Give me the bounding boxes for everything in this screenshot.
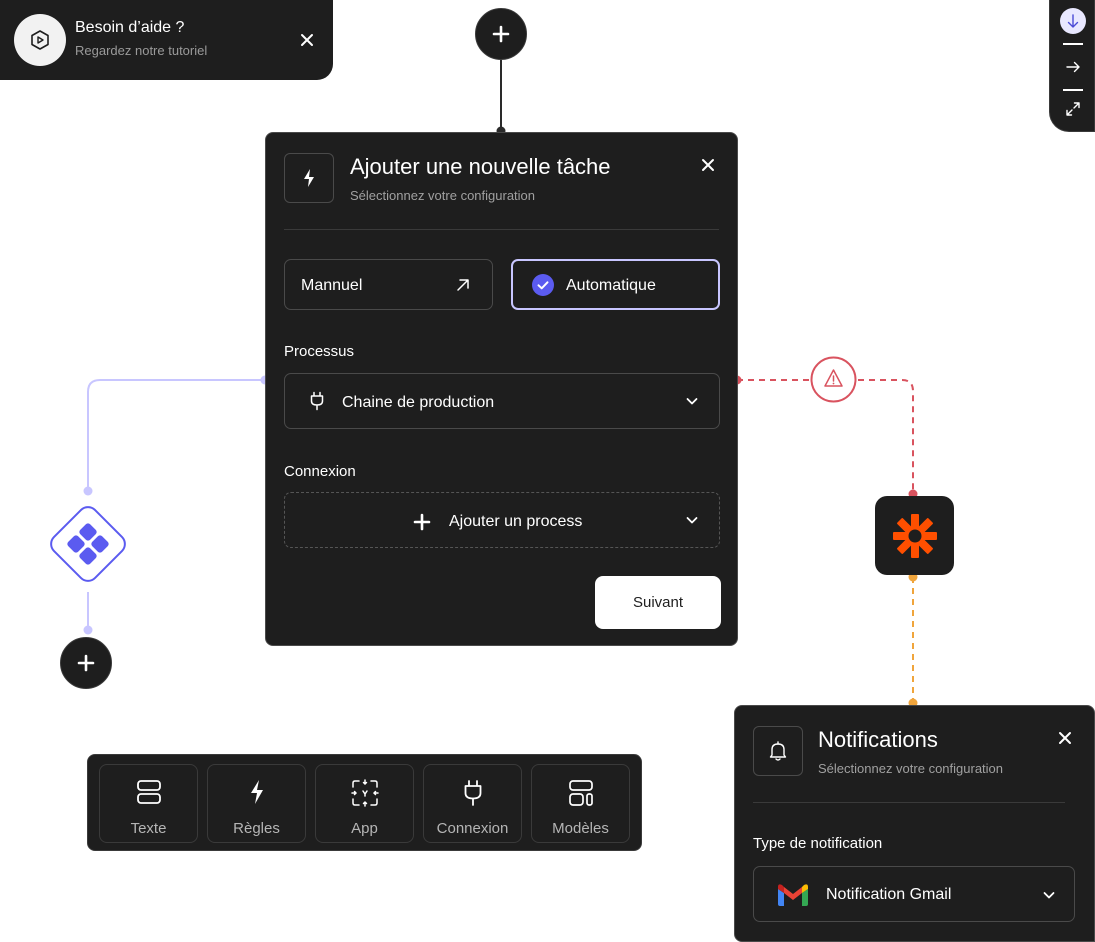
next-button[interactable]: Suivant — [595, 576, 721, 629]
add-step-bottom-button[interactable] — [60, 637, 112, 689]
tool-connection[interactable]: Connexion — [423, 764, 522, 843]
lightning-icon — [304, 169, 314, 187]
arrow-right-icon — [1066, 61, 1080, 73]
canvas-side-toolbar — [1049, 0, 1095, 132]
side-divider — [1063, 43, 1083, 45]
play-hexagon-icon — [31, 30, 49, 50]
tool-rules-label: Règles — [233, 820, 280, 837]
help-toast-subtitle[interactable]: Regardez notre tutoriel — [75, 43, 207, 58]
mode-manual-button[interactable]: Mannuel — [284, 259, 493, 310]
notification-type-select[interactable]: Notification Gmail — [753, 866, 1075, 922]
tool-text-label: Texte — [130, 820, 167, 837]
close-icon — [1059, 732, 1071, 744]
play-tutorial-button[interactable] — [14, 14, 66, 66]
tool-app-label: App — [351, 820, 378, 837]
app-node[interactable] — [39, 495, 137, 593]
notifications-close-button[interactable] — [1055, 728, 1075, 748]
plug-icon — [464, 780, 481, 806]
download-button[interactable] — [1060, 8, 1086, 34]
mode-automatic-label: Automatique — [566, 277, 656, 294]
arrow-down-icon — [1067, 14, 1079, 28]
warning-icon — [810, 356, 857, 403]
app-scan-icon — [350, 779, 379, 807]
notification-icon-box — [753, 726, 803, 776]
mode-manual-label: Mannuel — [301, 277, 363, 294]
help-toast: Besoin d’aide ? Regardez notre tutoriel — [0, 0, 333, 80]
zapier-node[interactable] — [875, 496, 954, 575]
plus-icon — [492, 25, 510, 43]
side-divider — [1063, 89, 1083, 91]
fullscreen-button[interactable] — [1060, 96, 1086, 122]
arrow-up-right-icon — [457, 279, 469, 291]
panel-subtitle: Sélectionnez votre configuration — [350, 188, 536, 203]
chevron-down-icon — [686, 517, 698, 524]
node-palette-toolbar: Texte Règles App Connexion Modèles — [87, 754, 642, 851]
tool-text[interactable]: Texte — [99, 764, 198, 843]
zapier-asterisk-icon — [892, 513, 937, 558]
chevron-down-icon — [686, 398, 698, 405]
task-icon-box — [284, 153, 334, 203]
check-circle-icon — [532, 274, 554, 296]
process-label: Processus — [284, 343, 355, 360]
tool-templates[interactable]: Modèles — [531, 764, 630, 843]
panel-divider — [284, 229, 719, 230]
panel-title: Ajouter une nouvelle tâche — [350, 154, 611, 179]
chevron-down-icon — [1043, 892, 1055, 899]
templates-icon — [568, 780, 593, 806]
notifications-subtitle: Sélectionnez votre configuration — [818, 761, 1004, 776]
add-task-panel: Ajouter une nouvelle tâche Sélectionnez … — [265, 132, 738, 646]
help-toast-title: Besoin d’aide ? — [75, 19, 185, 36]
plug-icon — [310, 391, 324, 411]
gmail-icon — [778, 884, 808, 906]
notification-type-value: Notification Gmail — [826, 886, 952, 903]
add-step-top-button[interactable] — [475, 8, 527, 60]
app-node-diamond — [50, 506, 126, 582]
notifications-divider — [753, 802, 1065, 803]
export-button[interactable] — [1060, 54, 1086, 80]
connection-label: Connexion — [284, 463, 356, 480]
process-select-value: Chaine de production — [342, 394, 495, 411]
text-block-icon — [136, 780, 161, 804]
tool-connection-label: Connexion — [436, 820, 509, 837]
mode-automatic-button[interactable]: Automatique — [511, 259, 720, 310]
expand-icon — [1066, 102, 1080, 116]
tool-rules[interactable]: Règles — [207, 764, 306, 843]
close-icon — [702, 159, 714, 171]
notifications-title: Notifications — [818, 727, 938, 752]
lightning-icon — [250, 780, 263, 804]
tool-templates-label: Modèles — [552, 820, 609, 837]
panel-close-button[interactable] — [698, 155, 718, 175]
tool-app[interactable]: App — [315, 764, 414, 843]
plus-icon — [77, 654, 95, 672]
warning-badge[interactable] — [810, 356, 857, 403]
connection-select-placeholder: Ajouter un process — [449, 513, 583, 530]
bell-icon — [769, 741, 787, 761]
close-icon — [301, 34, 313, 46]
connection-select[interactable]: Ajouter un process — [284, 492, 720, 548]
plus-icon — [413, 513, 431, 531]
help-toast-close-button[interactable] — [297, 30, 317, 50]
process-select[interactable]: Chaine de production — [284, 373, 720, 429]
notifications-panel: Notifications Sélectionnez votre configu… — [734, 705, 1095, 942]
notification-type-label: Type de notification — [753, 835, 883, 852]
